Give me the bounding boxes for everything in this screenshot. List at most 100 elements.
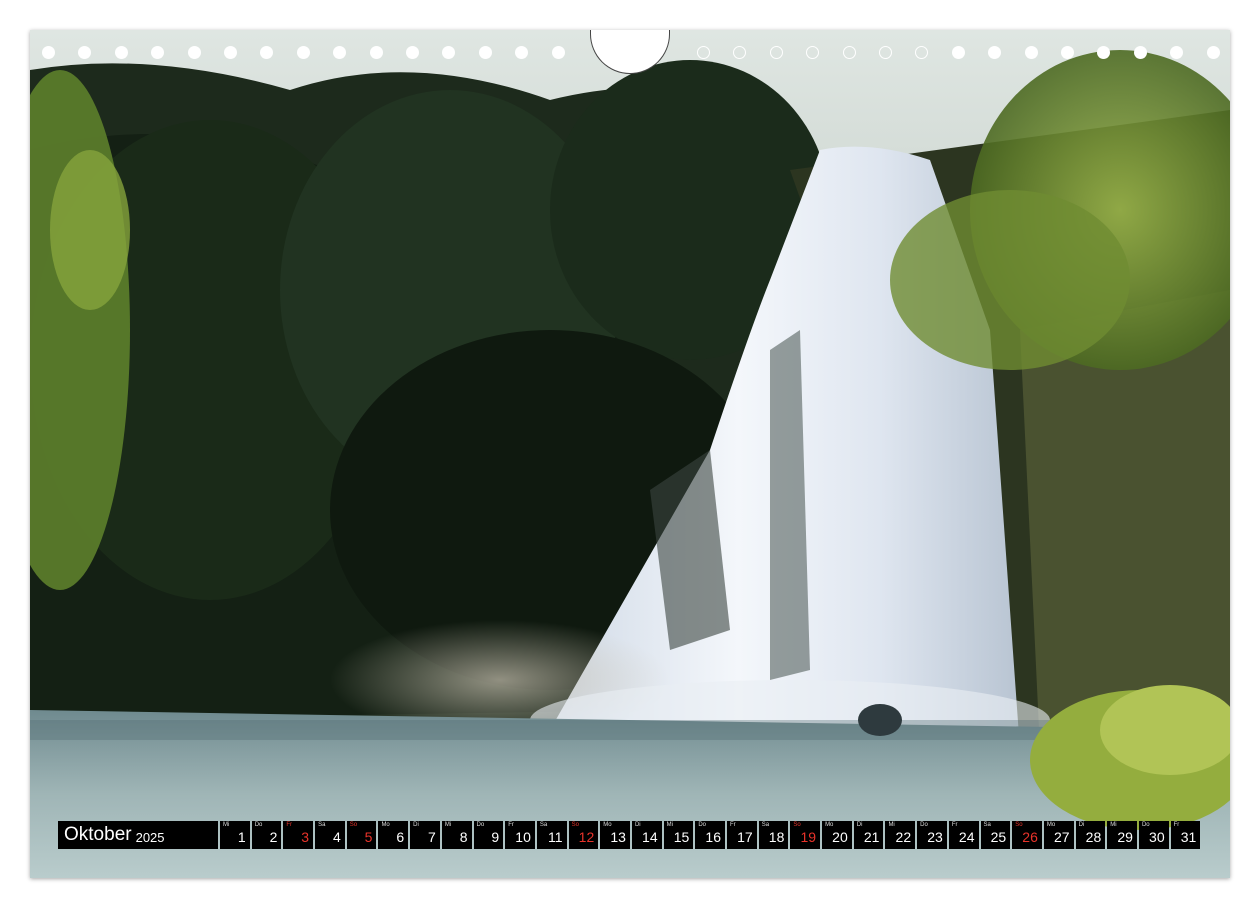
day-cell: Mi 29 bbox=[1107, 821, 1137, 849]
day-number: 22 bbox=[895, 829, 912, 845]
binding-hole bbox=[1133, 46, 1147, 59]
binding-hole bbox=[1024, 46, 1038, 59]
binding-hole bbox=[769, 46, 783, 59]
weekday-label: Mo bbox=[825, 822, 834, 828]
day-number: 19 bbox=[800, 829, 817, 845]
weekday-label: Sa bbox=[983, 822, 991, 828]
day-number: 29 bbox=[1117, 829, 1133, 845]
weekday-label: Fr bbox=[508, 822, 514, 828]
day-cell: Mi 15 bbox=[663, 821, 694, 849]
weekday-label: So bbox=[571, 822, 579, 828]
binding-hole bbox=[842, 46, 856, 59]
binding-hole bbox=[260, 46, 274, 59]
binding-hole bbox=[42, 46, 55, 59]
day-number: 25 bbox=[990, 829, 1007, 845]
day-number: 11 bbox=[548, 829, 563, 845]
day-cell: Fr 10 bbox=[505, 821, 535, 849]
weekday-label: Fr bbox=[286, 822, 293, 828]
weekday-label: Fr bbox=[1173, 822, 1180, 828]
weekday-label: Sa bbox=[539, 822, 548, 828]
day-number: 18 bbox=[768, 829, 785, 845]
binding-hole bbox=[333, 46, 347, 59]
binding-hole bbox=[187, 46, 201, 59]
weekday-label: Mo bbox=[1046, 822, 1056, 828]
day-number: 28 bbox=[1085, 829, 1102, 845]
day-cell: So 12 bbox=[568, 821, 599, 849]
binding-hole bbox=[1170, 46, 1184, 59]
day-cell: Mi 1 bbox=[220, 821, 250, 849]
month-year: 2025 bbox=[135, 829, 165, 845]
binding-hole bbox=[697, 46, 710, 59]
day-cell: So 5 bbox=[346, 821, 377, 849]
day-number: 2 bbox=[269, 829, 278, 845]
weekday-label: Di bbox=[1078, 822, 1085, 828]
day-number: 26 bbox=[1022, 829, 1038, 845]
weekday-label: Mi bbox=[888, 822, 895, 828]
day-cell: Di 7 bbox=[410, 821, 440, 849]
day-number: 10 bbox=[515, 829, 531, 845]
day-number: 31 bbox=[1180, 829, 1197, 845]
binding-hole bbox=[988, 46, 1002, 59]
day-number: 5 bbox=[364, 829, 373, 845]
day-number: 23 bbox=[927, 829, 943, 845]
day-number: 27 bbox=[1053, 829, 1070, 845]
binding-hole bbox=[951, 46, 965, 59]
weekday-label: Sa bbox=[761, 822, 770, 828]
day-cell: So 26 bbox=[1012, 821, 1042, 849]
weekday-label: Di bbox=[856, 822, 863, 828]
day-cell: Di 14 bbox=[631, 821, 662, 849]
binding-hole bbox=[1061, 46, 1074, 59]
day-cell: Sa 11 bbox=[536, 821, 567, 849]
weekday-label: Do bbox=[254, 822, 263, 828]
day-cell: Do 30 bbox=[1138, 821, 1169, 849]
day-cell: Mo 27 bbox=[1043, 821, 1074, 849]
weekday-label: So bbox=[349, 822, 358, 828]
binding-hole bbox=[478, 46, 492, 59]
day-number: 17 bbox=[737, 829, 753, 845]
binding-hole bbox=[151, 46, 165, 59]
day-cell: Di 28 bbox=[1075, 821, 1106, 849]
day-cell: Do 2 bbox=[251, 821, 282, 849]
waterfall-photo bbox=[30, 30, 1230, 878]
day-number: 9 bbox=[491, 829, 500, 845]
day-cell: Fr 3 bbox=[283, 821, 314, 849]
binding-hole bbox=[515, 46, 529, 59]
weekday-label: Fr bbox=[951, 822, 958, 828]
day-cell: Mi 22 bbox=[885, 821, 916, 849]
weekday-label: Do bbox=[698, 822, 706, 828]
day-number: 3 bbox=[301, 829, 310, 845]
day-number: 20 bbox=[832, 829, 848, 845]
day-number: 13 bbox=[610, 829, 626, 845]
weekday-label: Do bbox=[1141, 822, 1150, 828]
day-cell: Mo 6 bbox=[378, 821, 409, 849]
weekday-label: So bbox=[793, 822, 801, 828]
day-cell: Do 16 bbox=[695, 821, 725, 849]
month-label: Oktober 2025 bbox=[58, 821, 218, 849]
binding-hole bbox=[1097, 46, 1111, 59]
binding-hole bbox=[442, 46, 456, 59]
binding-hole bbox=[733, 46, 747, 59]
month-name: Oktober bbox=[64, 824, 132, 845]
binding-hole bbox=[1206, 46, 1220, 59]
binding-hole bbox=[296, 46, 310, 59]
day-number: 1 bbox=[237, 829, 246, 845]
binding-hole bbox=[224, 46, 237, 59]
day-number: 12 bbox=[578, 829, 595, 845]
weekday-label: Do bbox=[920, 822, 928, 828]
weekday-label: Do bbox=[476, 822, 485, 828]
weekday-label: Mi bbox=[223, 822, 230, 828]
calendar-bar: Oktober 2025 Mi 1 Do 2 Fr 3 Sa 4 So 5 Mo 6 Di 7 Mi 8 Do 9… bbox=[58, 821, 1201, 849]
day-cell: Mo 20 bbox=[822, 821, 852, 849]
binding-hole bbox=[879, 46, 892, 59]
day-cell: Do 23 bbox=[917, 821, 947, 849]
day-cell: Mo 13 bbox=[600, 821, 630, 849]
day-cell: Do 9 bbox=[473, 821, 504, 849]
binding-hole bbox=[114, 46, 128, 59]
day-number: 21 bbox=[863, 829, 880, 845]
day-cell: So 19 bbox=[790, 821, 821, 849]
weekday-label: Mi bbox=[1110, 822, 1117, 828]
binding-hole bbox=[806, 46, 820, 59]
weekday-label: Di bbox=[413, 822, 419, 828]
day-number: 6 bbox=[396, 829, 405, 845]
binding-hole bbox=[78, 46, 92, 59]
